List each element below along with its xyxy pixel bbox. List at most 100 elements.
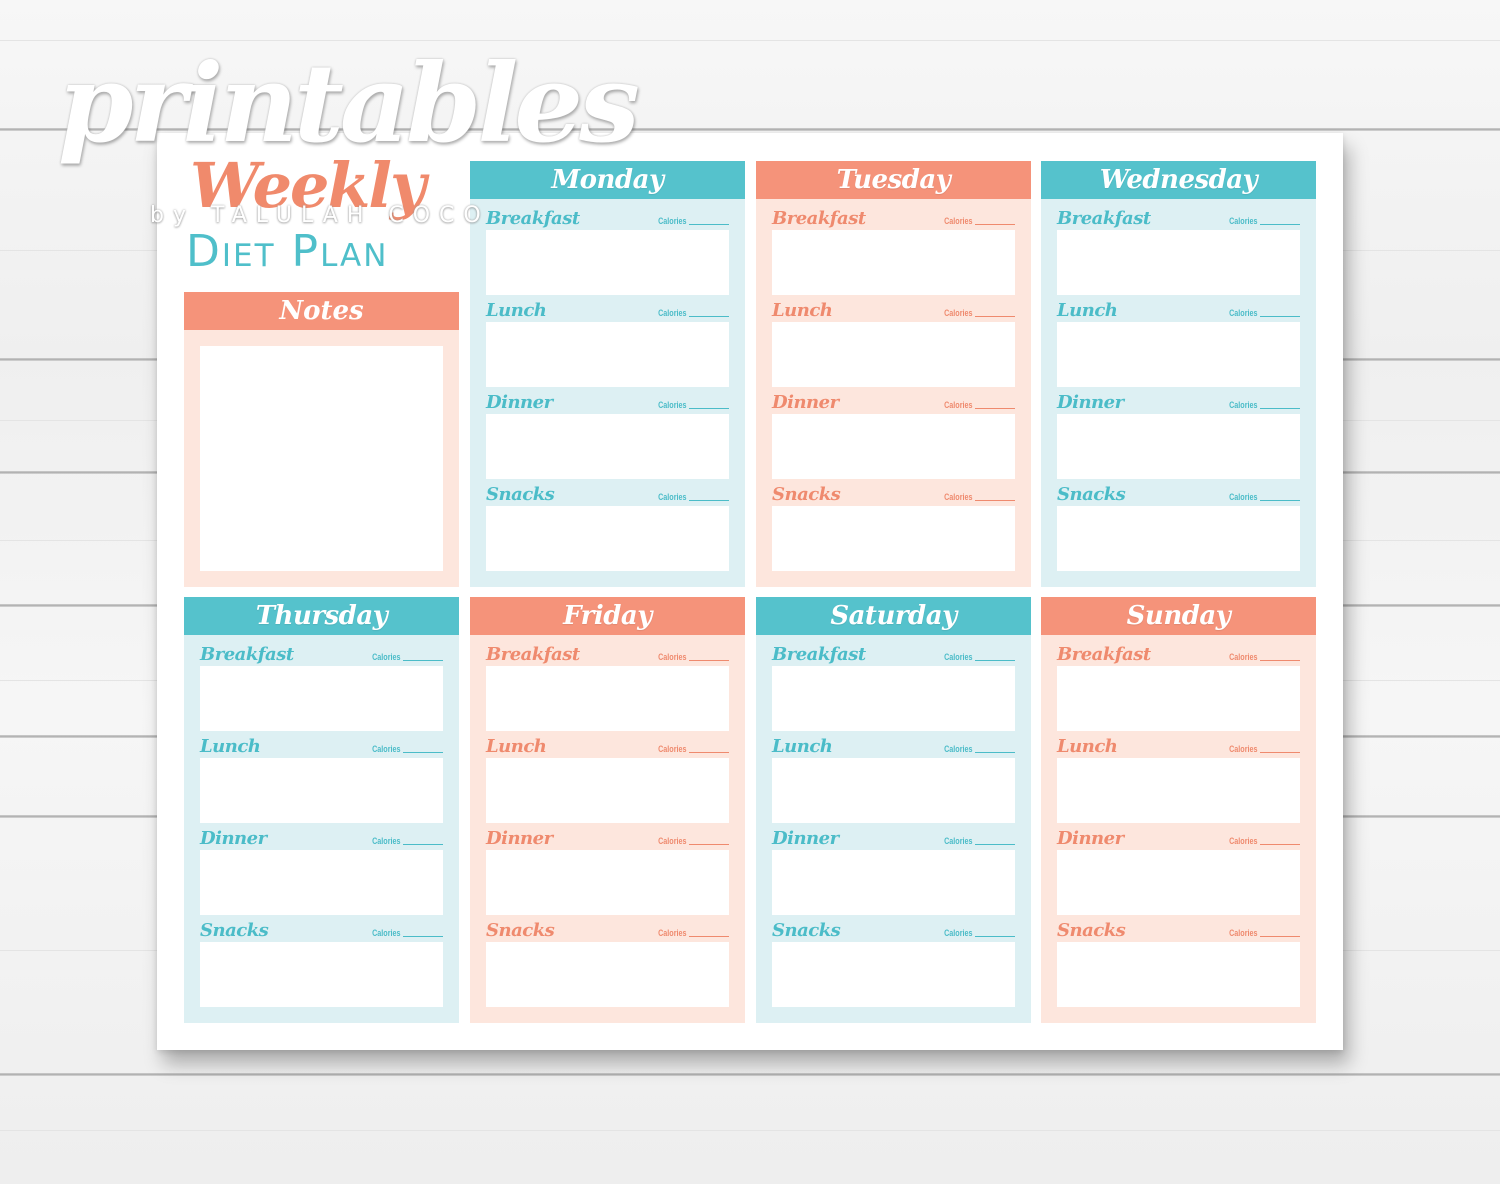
- meal-writing-area[interactable]: [200, 758, 443, 823]
- meal-label-row: Lunch Calories: [486, 731, 729, 758]
- calories-label: Calories: [658, 652, 687, 662]
- meal-section-lunch: Lunch Calories: [772, 295, 1015, 387]
- calories-input-line[interactable]: [975, 844, 1015, 845]
- calories-input-line[interactable]: [1260, 316, 1300, 317]
- calories-input-line[interactable]: [975, 660, 1015, 661]
- meal-writing-area[interactable]: [1057, 758, 1300, 823]
- calories-input-line[interactable]: [689, 224, 729, 225]
- meal-writing-area[interactable]: [1057, 230, 1300, 295]
- calories-field[interactable]: Calories: [937, 216, 1015, 226]
- calories-input-line[interactable]: [1260, 660, 1300, 661]
- meal-name: Lunch: [486, 300, 547, 321]
- calories-field[interactable]: Calories: [651, 308, 729, 318]
- meal-writing-area[interactable]: [486, 506, 729, 571]
- calories-input-line[interactable]: [689, 844, 729, 845]
- meal-writing-area[interactable]: [1057, 414, 1300, 479]
- meal-writing-area[interactable]: [486, 758, 729, 823]
- meal-writing-area[interactable]: [1057, 666, 1300, 731]
- meal-writing-area[interactable]: [486, 942, 729, 1007]
- calories-input-line[interactable]: [689, 316, 729, 317]
- meal-name: Snacks: [1057, 484, 1126, 505]
- calories-field[interactable]: Calories: [937, 744, 1015, 754]
- calories-input-line[interactable]: [1260, 500, 1300, 501]
- calories-input-line[interactable]: [403, 660, 443, 661]
- calories-field[interactable]: Calories: [651, 744, 729, 754]
- calories-input-line[interactable]: [689, 660, 729, 661]
- meal-writing-area[interactable]: [1057, 942, 1300, 1007]
- calories-input-line[interactable]: [403, 936, 443, 937]
- meal-writing-area[interactable]: [486, 230, 729, 295]
- meal-writing-area[interactable]: [772, 758, 1015, 823]
- calories-input-line[interactable]: [975, 224, 1015, 225]
- meal-writing-area[interactable]: [200, 942, 443, 1007]
- meal-writing-area[interactable]: [772, 666, 1015, 731]
- meal-writing-area[interactable]: [486, 414, 729, 479]
- calories-input-line[interactable]: [975, 752, 1015, 753]
- meal-writing-area[interactable]: [772, 942, 1015, 1007]
- meal-writing-area[interactable]: [200, 666, 443, 731]
- calories-field[interactable]: Calories: [651, 652, 729, 662]
- calories-field[interactable]: Calories: [1222, 216, 1300, 226]
- calories-field[interactable]: Calories: [365, 652, 443, 662]
- day-body: Breakfast Calories Lunch Calories Dinner…: [756, 199, 1031, 587]
- calories-input-line[interactable]: [1260, 752, 1300, 753]
- notes-writing-area[interactable]: [200, 346, 443, 571]
- calories-input-line[interactable]: [689, 752, 729, 753]
- calories-field[interactable]: Calories: [651, 928, 729, 938]
- meal-section-lunch: Lunch Calories: [486, 731, 729, 823]
- meal-name: Snacks: [772, 920, 841, 941]
- calories-field[interactable]: Calories: [365, 744, 443, 754]
- calories-field[interactable]: Calories: [1222, 492, 1300, 502]
- meal-writing-area[interactable]: [486, 322, 729, 387]
- meal-writing-area[interactable]: [1057, 506, 1300, 571]
- meal-label-row: Breakfast Calories: [1057, 203, 1300, 230]
- calories-input-line[interactable]: [689, 936, 729, 937]
- calories-input-line[interactable]: [1260, 224, 1300, 225]
- calories-input-line[interactable]: [1260, 844, 1300, 845]
- calories-field[interactable]: Calories: [1222, 836, 1300, 846]
- calories-field[interactable]: Calories: [1222, 308, 1300, 318]
- meal-writing-area[interactable]: [1057, 850, 1300, 915]
- meal-name: Dinner: [772, 392, 839, 413]
- calories-input-line[interactable]: [1260, 936, 1300, 937]
- calories-field[interactable]: Calories: [937, 400, 1015, 410]
- calories-input-line[interactable]: [403, 844, 443, 845]
- meal-writing-area[interactable]: [486, 666, 729, 731]
- calories-input-line[interactable]: [975, 408, 1015, 409]
- meal-label-row: Dinner Calories: [772, 387, 1015, 414]
- calories-label: Calories: [372, 744, 401, 754]
- meal-writing-area[interactable]: [772, 850, 1015, 915]
- calories-field[interactable]: Calories: [937, 492, 1015, 502]
- calories-field[interactable]: Calories: [937, 308, 1015, 318]
- calories-field[interactable]: Calories: [1222, 744, 1300, 754]
- calories-input-line[interactable]: [975, 936, 1015, 937]
- meal-writing-area[interactable]: [772, 322, 1015, 387]
- calories-input-line[interactable]: [403, 752, 443, 753]
- meal-writing-area[interactable]: [486, 850, 729, 915]
- calories-field[interactable]: Calories: [1222, 928, 1300, 938]
- calories-input-line[interactable]: [975, 500, 1015, 501]
- calories-field[interactable]: Calories: [651, 216, 729, 226]
- calories-input-line[interactable]: [1260, 408, 1300, 409]
- calories-field[interactable]: Calories: [651, 492, 729, 502]
- notes-header: Notes: [184, 292, 459, 330]
- calories-field[interactable]: Calories: [937, 928, 1015, 938]
- calories-input-line[interactable]: [975, 316, 1015, 317]
- meal-writing-area[interactable]: [772, 414, 1015, 479]
- calories-field[interactable]: Calories: [651, 400, 729, 410]
- calories-field[interactable]: Calories: [937, 836, 1015, 846]
- calories-input-line[interactable]: [689, 408, 729, 409]
- meal-writing-area[interactable]: [772, 230, 1015, 295]
- calories-field[interactable]: Calories: [651, 836, 729, 846]
- calories-field[interactable]: Calories: [937, 652, 1015, 662]
- calories-field[interactable]: Calories: [365, 928, 443, 938]
- calories-field[interactable]: Calories: [1222, 652, 1300, 662]
- meal-label-row: Lunch Calories: [1057, 731, 1300, 758]
- meal-writing-area[interactable]: [772, 506, 1015, 571]
- calories-field[interactable]: Calories: [365, 836, 443, 846]
- meal-writing-area[interactable]: [200, 850, 443, 915]
- meal-writing-area[interactable]: [1057, 322, 1300, 387]
- calories-field[interactable]: Calories: [1222, 400, 1300, 410]
- meal-name: Snacks: [772, 484, 841, 505]
- calories-input-line[interactable]: [689, 500, 729, 501]
